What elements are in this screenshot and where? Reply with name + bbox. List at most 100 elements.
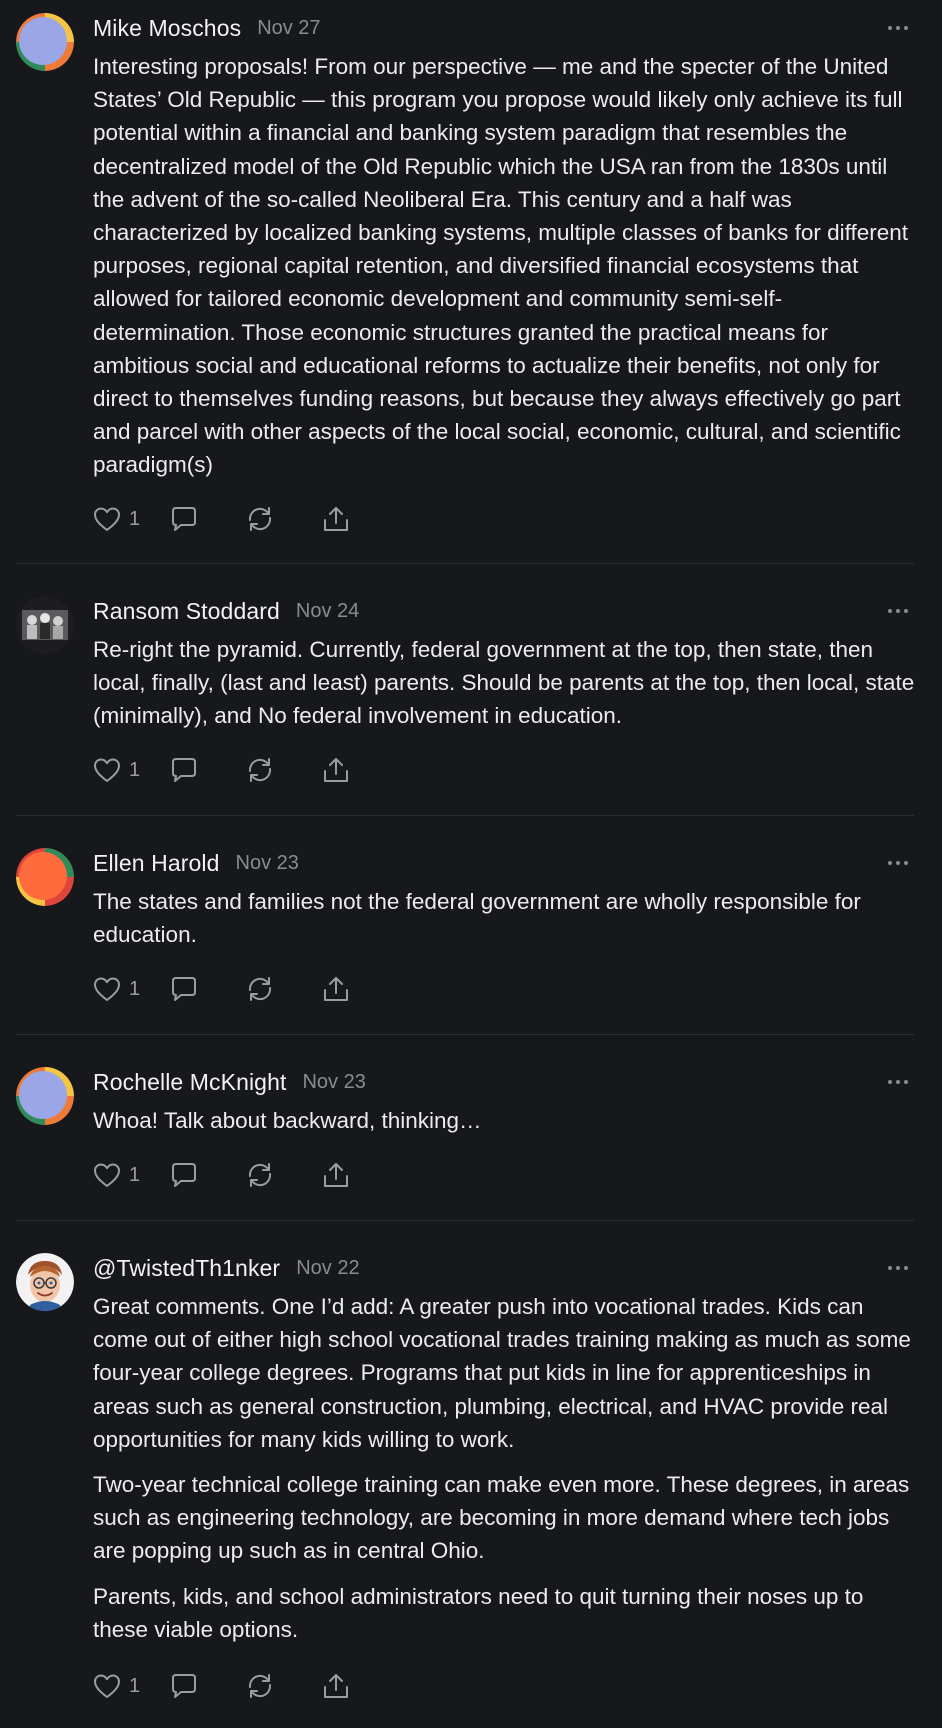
reply-button[interactable] <box>169 975 245 1003</box>
author-name[interactable]: @TwistedTh1nker <box>93 1255 280 1282</box>
action-bar: 1 <box>93 1158 351 1192</box>
like-button[interactable]: 1 <box>93 1162 169 1188</box>
speech-bubble-icon <box>172 758 196 782</box>
ellipsis-icon <box>888 1266 908 1270</box>
comment-date: Nov 23 <box>235 851 299 874</box>
comment-date: Nov 22 <box>296 1256 360 1279</box>
comment-body: Interesting proposals! From our perspect… <box>93 50 915 494</box>
share-upload-icon <box>324 1163 348 1187</box>
comment-header: Ellen Harold Nov 23 <box>93 848 299 878</box>
comment-paragraph: The states and families not the federal … <box>93 889 861 948</box>
repost-arrows-icon <box>248 1674 272 1698</box>
heart-icon <box>94 758 120 782</box>
comment-paragraph: Great comments. One I’d add: A greater p… <box>93 1294 911 1452</box>
photo-avatar-icon <box>16 596 74 654</box>
comment-date: Nov 24 <box>295 599 360 622</box>
avatar[interactable] <box>16 13 74 71</box>
gradient-avatar-icon <box>16 848 74 906</box>
avatar[interactable] <box>16 1253 74 1311</box>
avatar[interactable] <box>16 1067 74 1125</box>
ellipsis-icon <box>888 26 908 30</box>
like-button[interactable]: 1 <box>93 757 169 783</box>
share-button[interactable] <box>321 1672 351 1700</box>
divider <box>16 1220 914 1221</box>
repost-arrows-icon <box>248 1163 272 1187</box>
share-upload-icon <box>324 507 348 531</box>
reply-button[interactable] <box>169 1672 245 1700</box>
comment-body: The states and families not the federal … <box>93 885 915 963</box>
share-button[interactable] <box>321 505 351 533</box>
author-name[interactable]: Ellen Harold <box>93 850 220 877</box>
repost-button[interactable] <box>245 975 321 1003</box>
comment-header: Rochelle McKnight Nov 23 <box>93 1067 366 1097</box>
ellipsis-icon <box>888 609 908 613</box>
author-name[interactable]: Mike Moschos <box>93 15 241 42</box>
speech-bubble-icon <box>172 1674 196 1698</box>
divider <box>16 563 914 564</box>
author-name[interactable]: Rochelle McKnight <box>93 1069 286 1096</box>
heart-icon <box>94 1163 120 1187</box>
avatar[interactable] <box>16 596 74 654</box>
repost-arrows-icon <box>248 977 272 1001</box>
share-button[interactable] <box>321 1161 351 1189</box>
comment-date: Nov 27 <box>257 16 321 39</box>
like-count: 1 <box>129 977 141 1000</box>
reply-button[interactable] <box>169 756 245 784</box>
comment-header: Ransom Stoddard Nov 24 <box>93 596 359 626</box>
like-button[interactable]: 1 <box>93 1673 169 1699</box>
comment-header: @TwistedTh1nker Nov 22 <box>93 1253 360 1283</box>
speech-bubble-icon <box>172 507 196 531</box>
repost-button[interactable] <box>245 756 321 784</box>
action-bar: 1 <box>93 972 351 1006</box>
heart-icon <box>94 1674 120 1698</box>
divider <box>16 815 914 816</box>
comment-paragraph: Parents, kids, and school administrators… <box>93 1583 864 1642</box>
action-bar: 1 <box>93 753 351 787</box>
action-bar: 1 <box>93 1669 351 1703</box>
speech-bubble-icon <box>172 977 196 1001</box>
more-options-button[interactable] <box>886 601 910 621</box>
ellipsis-icon <box>888 1080 908 1084</box>
cartoon-avatar-icon <box>16 1253 74 1311</box>
comment-paragraph: Interesting proposals! From our perspect… <box>93 54 908 478</box>
repost-button[interactable] <box>245 505 321 533</box>
comment-paragraph: Whoa! Talk about backward, thinking… <box>93 1108 482 1133</box>
like-button[interactable]: 1 <box>93 976 169 1002</box>
more-options-button[interactable] <box>886 18 910 38</box>
more-options-button[interactable] <box>886 853 910 873</box>
speech-bubble-icon <box>172 1163 196 1187</box>
comment-date: Nov 23 <box>302 1070 366 1093</box>
like-count: 1 <box>129 507 141 530</box>
comment-paragraph: Two-year technical college training can … <box>93 1472 910 1564</box>
gradient-avatar-icon <box>16 13 74 71</box>
share-upload-icon <box>324 977 348 1001</box>
author-name[interactable]: Ransom Stoddard <box>93 598 280 625</box>
share-button[interactable] <box>321 975 351 1003</box>
more-options-button[interactable] <box>886 1258 910 1278</box>
heart-icon <box>94 977 120 1001</box>
reply-button[interactable] <box>169 1161 245 1189</box>
comment-body: Great comments. One I’d add: A greater p… <box>93 1290 915 1658</box>
like-button[interactable]: 1 <box>93 506 169 532</box>
avatar[interactable] <box>16 848 74 906</box>
comment-header: Mike Moschos Nov 27 <box>93 13 321 43</box>
like-count: 1 <box>129 1674 141 1697</box>
reply-button[interactable] <box>169 505 245 533</box>
like-count: 1 <box>129 1163 141 1186</box>
comment-body: Re-right the pyramid. Currently, federal… <box>93 633 915 745</box>
comment-paragraph: Re-right the pyramid. Currently, federal… <box>93 637 915 729</box>
heart-icon <box>94 507 120 531</box>
comment-body: Whoa! Talk about backward, thinking… <box>93 1104 915 1149</box>
repost-button[interactable] <box>245 1161 321 1189</box>
repost-arrows-icon <box>248 758 272 782</box>
share-button[interactable] <box>321 756 351 784</box>
divider <box>16 1034 914 1035</box>
repost-arrows-icon <box>248 507 272 531</box>
ellipsis-icon <box>888 861 908 865</box>
more-options-button[interactable] <box>886 1072 910 1092</box>
share-upload-icon <box>324 1674 348 1698</box>
gradient-avatar-icon <box>16 1067 74 1125</box>
like-count: 1 <box>129 758 141 781</box>
action-bar: 1 <box>93 502 351 536</box>
repost-button[interactable] <box>245 1672 321 1700</box>
